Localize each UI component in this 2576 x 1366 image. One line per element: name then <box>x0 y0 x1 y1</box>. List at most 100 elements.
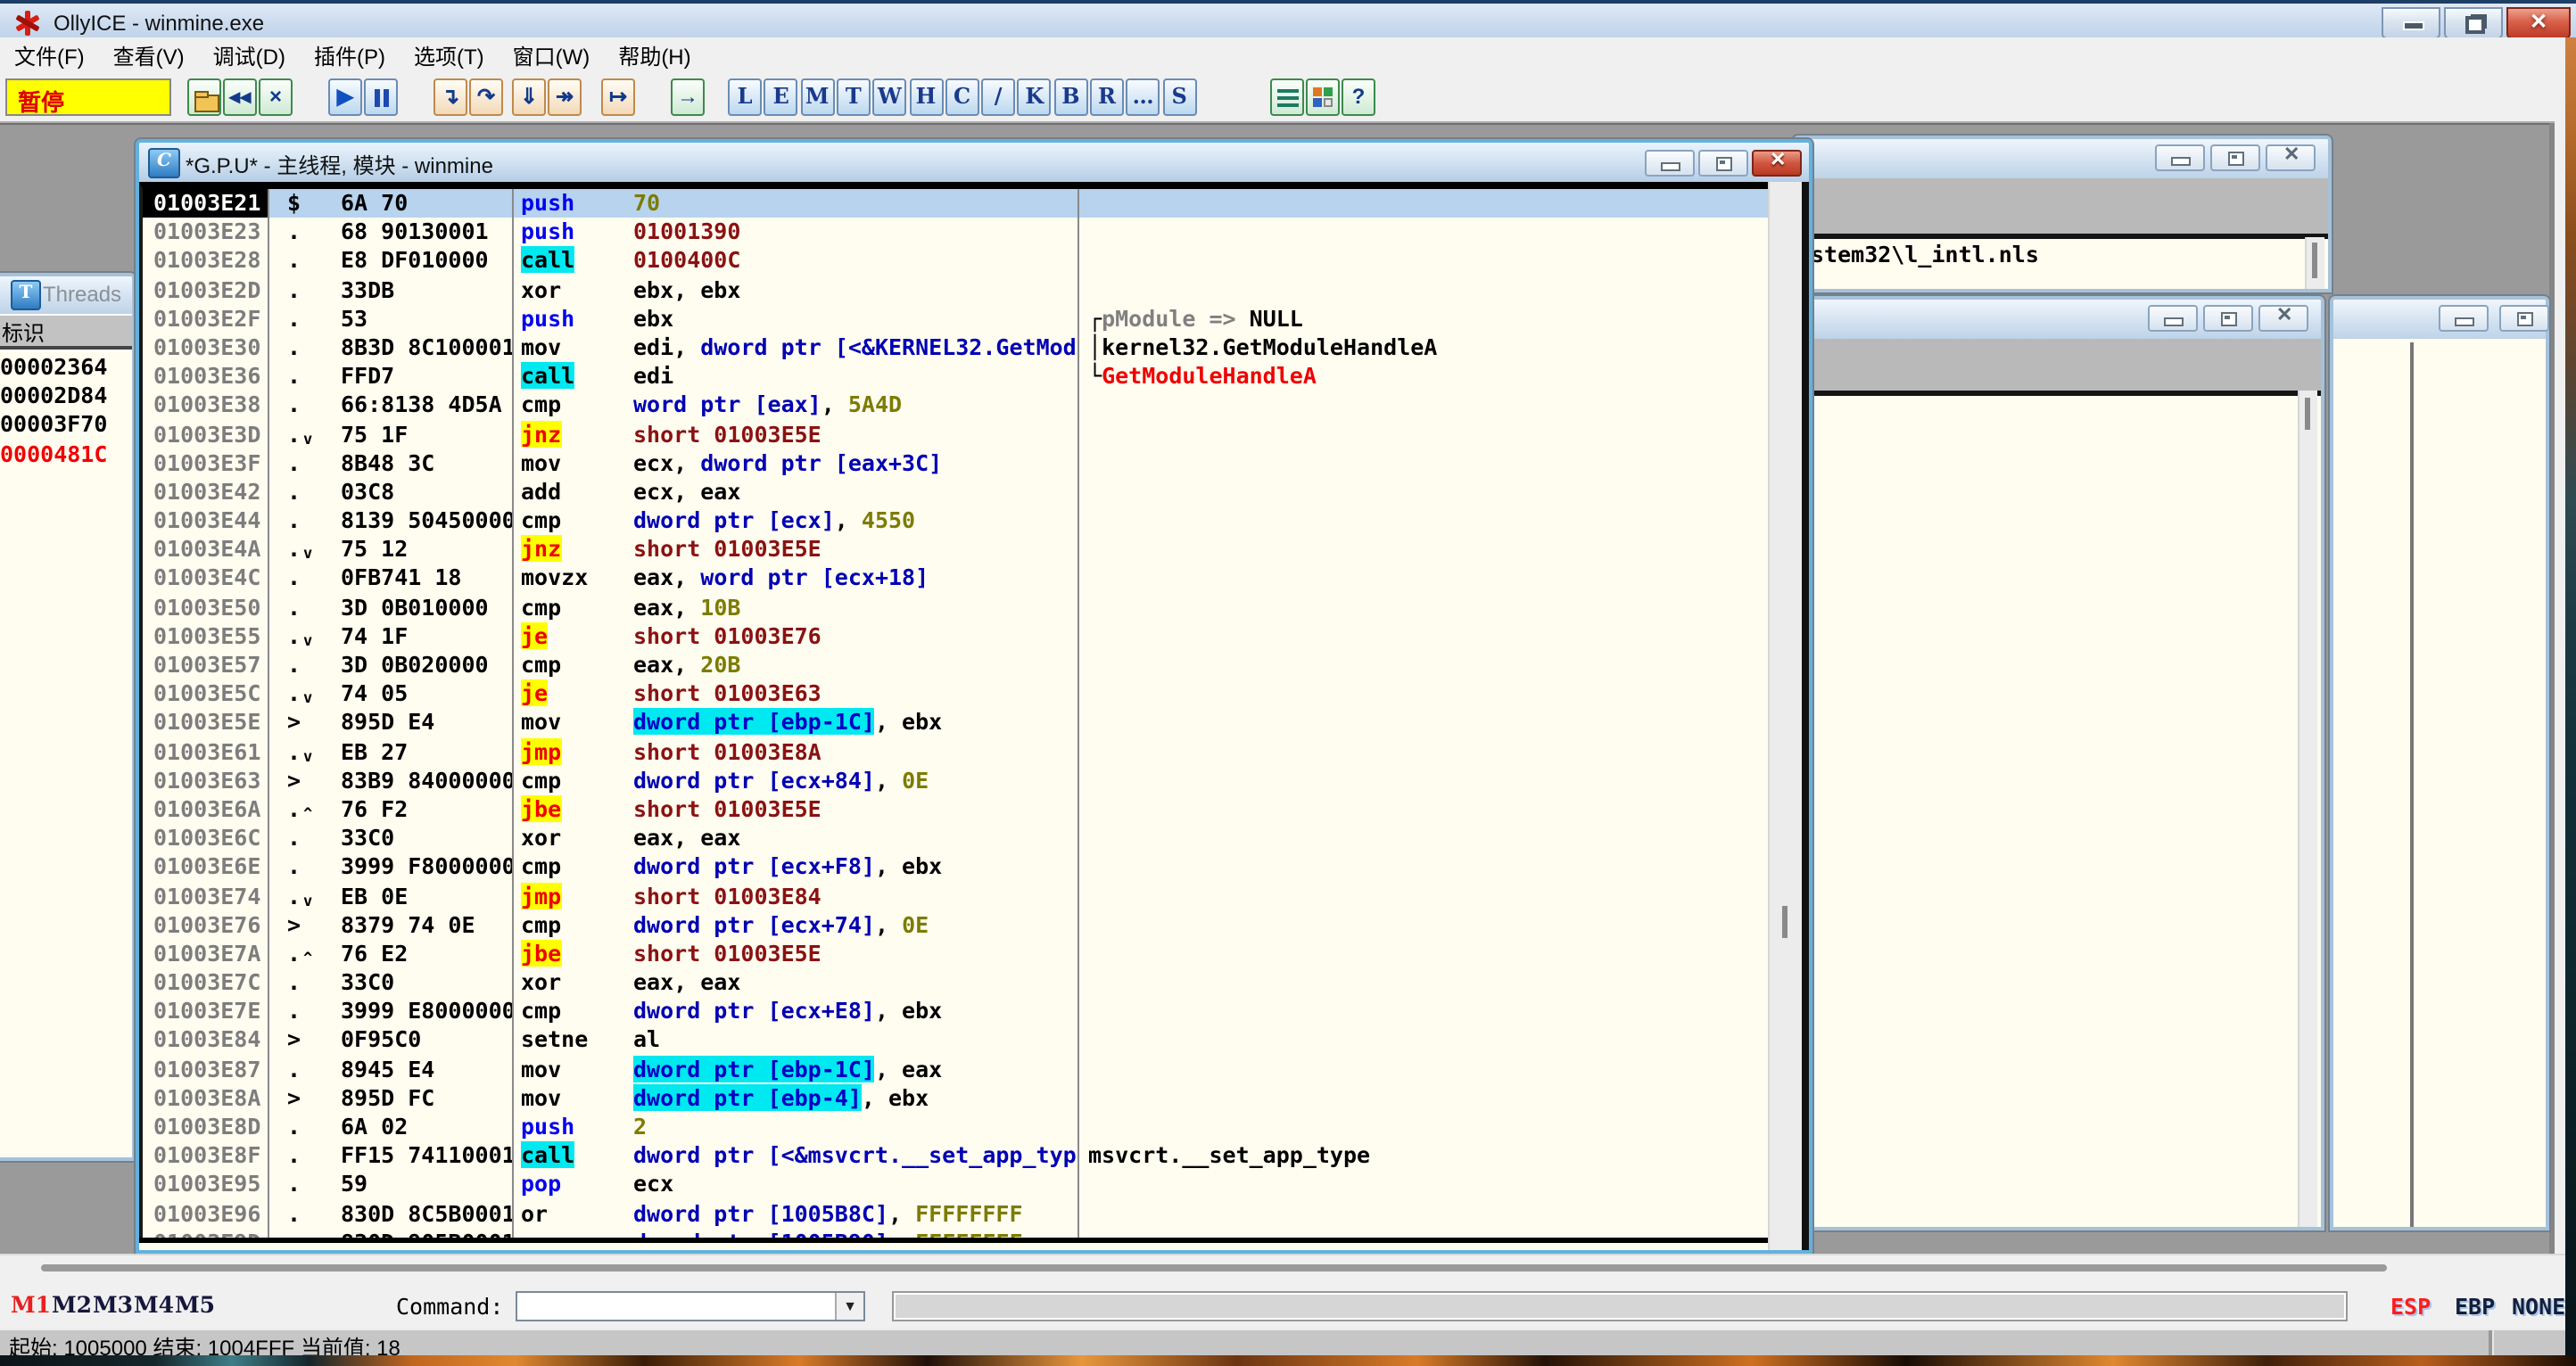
disasm-row[interactable]: 01003E74.vEB 0Ejmpshort 01003E84 <box>143 882 1768 910</box>
execute-till-return-button[interactable]: ↦ <box>601 78 635 116</box>
disasm-row[interactable]: 01003E9D.830D 905B0001ordword ptr [1005B… <box>143 1229 1768 1238</box>
disasm-row[interactable]: 01003E3D.v75 1Fjnzshort 01003E5E <box>143 420 1768 448</box>
menu-item[interactable]: 查看(V) <box>99 37 199 71</box>
disasm-row[interactable]: 01003E8A>895D FCmovdword ptr [ebp-4], eb… <box>143 1084 1768 1113</box>
close-icon[interactable]: ✕ <box>2258 305 2308 332</box>
restore-button[interactable] <box>2203 305 2253 332</box>
disasm-row[interactable]: 01003E95.59popecx <box>143 1171 1768 1199</box>
menu-item[interactable]: 帮助(H) <box>604 37 705 71</box>
disasm-row[interactable]: 01003E2F.53pushebx┌pModule => NULL <box>143 305 1768 333</box>
panel-button-/[interactable]: / <box>981 78 1015 116</box>
disasm-row[interactable]: 01003E2D.33DBxorebx, ebx <box>143 276 1768 304</box>
disasm-row[interactable]: 01003E5E>895D E4movdword ptr [ebp-1C], e… <box>143 709 1768 737</box>
disasm-row[interactable]: 01003E61.vEB 27jmpshort 01003E8A <box>143 737 1768 766</box>
disasm-row[interactable]: 01003E6E.3999 F8000000cmpdword ptr [ecx+… <box>143 853 1768 882</box>
horizontal-scrollbar[interactable] <box>0 1254 2565 1280</box>
close-process-button[interactable]: × <box>259 78 293 116</box>
menu-item[interactable]: 选项(T) <box>400 37 499 71</box>
scrollbar[interactable] <box>2298 391 2317 1227</box>
disasm-scrollbar[interactable] <box>1768 182 1809 1250</box>
panel-button-T[interactable]: T <box>837 78 871 116</box>
panel-button-…[interactable]: … <box>1127 78 1160 116</box>
m-button-m2[interactable]: M2 <box>52 1291 92 1318</box>
thread-row[interactable]: 00002364 <box>0 353 132 382</box>
disasm-row[interactable]: 01003E5C.v74 05jeshort 01003E63 <box>143 679 1768 708</box>
restore-button[interactable] <box>2499 305 2549 332</box>
command-input[interactable]: ▼ <box>516 1291 865 1321</box>
disasm-row[interactable]: 01003E7A.^76 E2jbeshort 01003E5E <box>143 940 1768 968</box>
horizontal-scroll-thumb[interactable] <box>41 1264 2387 1271</box>
disasm-row[interactable]: 01003E57.3D 0B020000cmpeax, 20B <box>143 651 1768 679</box>
m-button-m5[interactable]: M5 <box>175 1291 215 1318</box>
step-into-button[interactable]: ↴ <box>433 78 467 116</box>
m-button-m4[interactable]: M4 <box>134 1291 174 1318</box>
disasm-row[interactable]: 01003E63>83B9 84000000cmpdword ptr [ecx+… <box>143 767 1768 795</box>
restore-button[interactable] <box>1698 150 1748 177</box>
minimize-button[interactable] <box>2439 305 2489 332</box>
menu-item[interactable]: 窗口(W) <box>499 37 605 71</box>
restart-button[interactable]: ◀◀ <box>223 78 257 116</box>
disasm-row[interactable]: 01003E23.68 90130001push01001390 <box>143 218 1768 246</box>
minimize-button[interactable] <box>1645 150 1695 177</box>
disasm-row[interactable]: 01003E96.830D 8C5B0001ordword ptr [1005B… <box>143 1199 1768 1228</box>
panel-button-K[interactable]: K <box>1018 78 1052 116</box>
appearance-button[interactable] <box>1306 78 1340 116</box>
menu-item[interactable]: 插件(P) <box>300 37 400 71</box>
disasm-row[interactable]: 01003E3F.8B48 3Cmovecx, dword ptr [eax+3… <box>143 448 1768 477</box>
options-button[interactable] <box>1270 78 1304 116</box>
m-button-m1[interactable]: M1 <box>11 1291 51 1318</box>
thread-row[interactable]: 00002D84 <box>0 382 132 410</box>
disasm-row[interactable]: 01003E8D.6A 02push2 <box>143 1113 1768 1141</box>
help-button[interactable]: ? <box>1342 78 1375 116</box>
disasm-row[interactable]: 01003E76>8379 74 0Ecmpdword ptr [ecx+74]… <box>143 910 1768 939</box>
open-file-button[interactable] <box>187 78 221 116</box>
panel-button-L[interactable]: L <box>728 78 762 116</box>
disasm-row[interactable]: 01003E4C.0FB741 18movzxeax, word ptr [ec… <box>143 564 1768 593</box>
go-to-button[interactable]: → <box>671 78 705 116</box>
disasm-row[interactable]: 01003E36.FFD7calledi└GetModuleHandleA <box>143 362 1768 391</box>
restore-button[interactable] <box>2444 7 2503 39</box>
animate-into-button[interactable]: ⇓ <box>512 78 546 116</box>
close-icon[interactable]: ✕ <box>2266 144 2316 171</box>
disasm-row[interactable]: 01003E87.8945 E4movdword ptr [ebp-1C], e… <box>143 1055 1768 1083</box>
pause-button[interactable] <box>364 78 398 116</box>
step-over-button[interactable]: ↷ <box>469 78 503 116</box>
menu-item[interactable]: 调试(D) <box>199 37 300 71</box>
panel-button-H[interactable]: H <box>909 78 943 116</box>
panel-button-E[interactable]: E <box>764 78 798 116</box>
animate-over-button[interactable]: ↠ <box>548 78 582 116</box>
run-button[interactable]: ▶ <box>328 78 362 116</box>
disasm-row[interactable]: 01003E50.3D 0B010000cmpeax, 10B <box>143 593 1768 621</box>
thread-row[interactable]: 00003F70 <box>0 411 132 440</box>
panel-button-R[interactable]: R <box>1090 78 1124 116</box>
disasm-row[interactable]: 01003E84>0F95C0setneal <box>143 1026 1768 1055</box>
threads-id-column-header[interactable]: 标识 <box>0 314 132 350</box>
panel-button-W[interactable]: W <box>872 78 906 116</box>
chevron-down-icon[interactable]: ▼ <box>835 1293 863 1320</box>
disasm-row[interactable]: 01003E44.8139 50450000cmpdword ptr [ecx]… <box>143 506 1768 535</box>
disasm-row[interactable]: 01003E21$6A 70push70 <box>143 189 1768 218</box>
disasm-row[interactable]: 01003E55.v74 1Fjeshort 01003E76 <box>143 622 1768 651</box>
thread-row[interactable]: 0000481C <box>0 440 132 468</box>
minimize-button[interactable] <box>2155 144 2205 171</box>
disasm-row[interactable]: 01003E6C.33C0xoreax, eax <box>143 824 1768 852</box>
restore-button[interactable] <box>2210 144 2260 171</box>
disasm-row[interactable]: 01003E7C.33C0xoreax, eax <box>143 968 1768 997</box>
disasm-row[interactable]: 01003E6A.^76 F2jbeshort 01003E5E <box>143 795 1768 824</box>
disasm-row[interactable]: 01003E28.E8 DF010000call0100400C <box>143 247 1768 276</box>
panel-button-S[interactable]: S <box>1162 78 1196 116</box>
disasm-row[interactable]: 01003E7E.3999 E8000000cmpdword ptr [ecx+… <box>143 998 1768 1026</box>
panel-button-C[interactable]: C <box>945 78 979 116</box>
disasm-row[interactable]: 01003E30.8B3D 8C100001movedi, dword ptr … <box>143 333 1768 362</box>
disasm-row[interactable]: 01003E8F.FF15 74110001calldword ptr [<&m… <box>143 1141 1768 1170</box>
disasm-row[interactable]: 01003E42.03C8addecx, eax <box>143 478 1768 506</box>
scrollbar[interactable] <box>2305 237 2324 289</box>
close-button[interactable]: ✕ <box>2506 7 2571 39</box>
panel-button-M[interactable]: M <box>800 78 834 116</box>
minimize-button[interactable] <box>2382 7 2440 39</box>
disasm-row[interactable]: 01003E4A.v75 12jnzshort 01003E5E <box>143 536 1768 564</box>
menu-item[interactable]: 文件(F) <box>0 37 99 71</box>
close-icon[interactable]: ✕ <box>1752 150 1802 177</box>
panel-button-B[interactable]: B <box>1053 78 1087 116</box>
m-button-m3[interactable]: M3 <box>93 1291 133 1318</box>
